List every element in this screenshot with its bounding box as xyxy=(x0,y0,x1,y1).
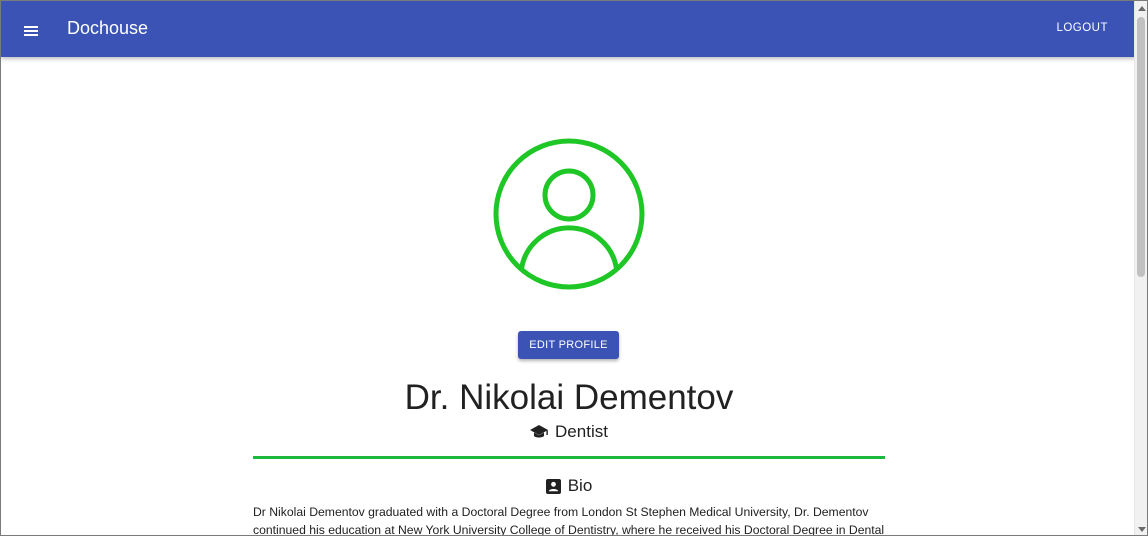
menu-icon[interactable] xyxy=(17,17,45,45)
bio-text: Dr Nikolai Dementov graduated with a Doc… xyxy=(253,503,885,536)
vertical-scrollbar[interactable] xyxy=(1134,1,1147,535)
specialty-label: Dentist xyxy=(555,422,608,441)
scroll-down-icon[interactable] xyxy=(1138,527,1146,532)
contact-card-icon xyxy=(545,478,561,494)
app-bar: Dochouse LOGOUT xyxy=(1,1,1136,57)
scroll-up-icon[interactable] xyxy=(1138,6,1146,11)
scroll-thumb[interactable] xyxy=(1137,17,1145,277)
app-title: Dochouse xyxy=(67,18,149,38)
bio-title: Bio xyxy=(567,476,593,495)
bio-line: continued his education at New York Univ… xyxy=(253,523,885,536)
bio-heading: Bio xyxy=(253,476,885,496)
graduation-cap-icon xyxy=(530,425,549,438)
browser-viewport: Dochouse LOGOUT EDIT PROFILE Dr. Nikolai… xyxy=(0,0,1148,536)
logout-button[interactable]: LOGOUT xyxy=(1056,22,1108,34)
doctor-name: Dr. Nikolai Dementov xyxy=(404,378,734,417)
edit-profile-button[interactable]: EDIT PROFILE xyxy=(518,331,619,359)
specialty: Dentist xyxy=(253,422,885,442)
bio-line: Dr Nikolai Dementov graduated with a Doc… xyxy=(253,505,869,519)
account-circle-icon xyxy=(493,138,645,290)
section-divider xyxy=(253,456,885,459)
